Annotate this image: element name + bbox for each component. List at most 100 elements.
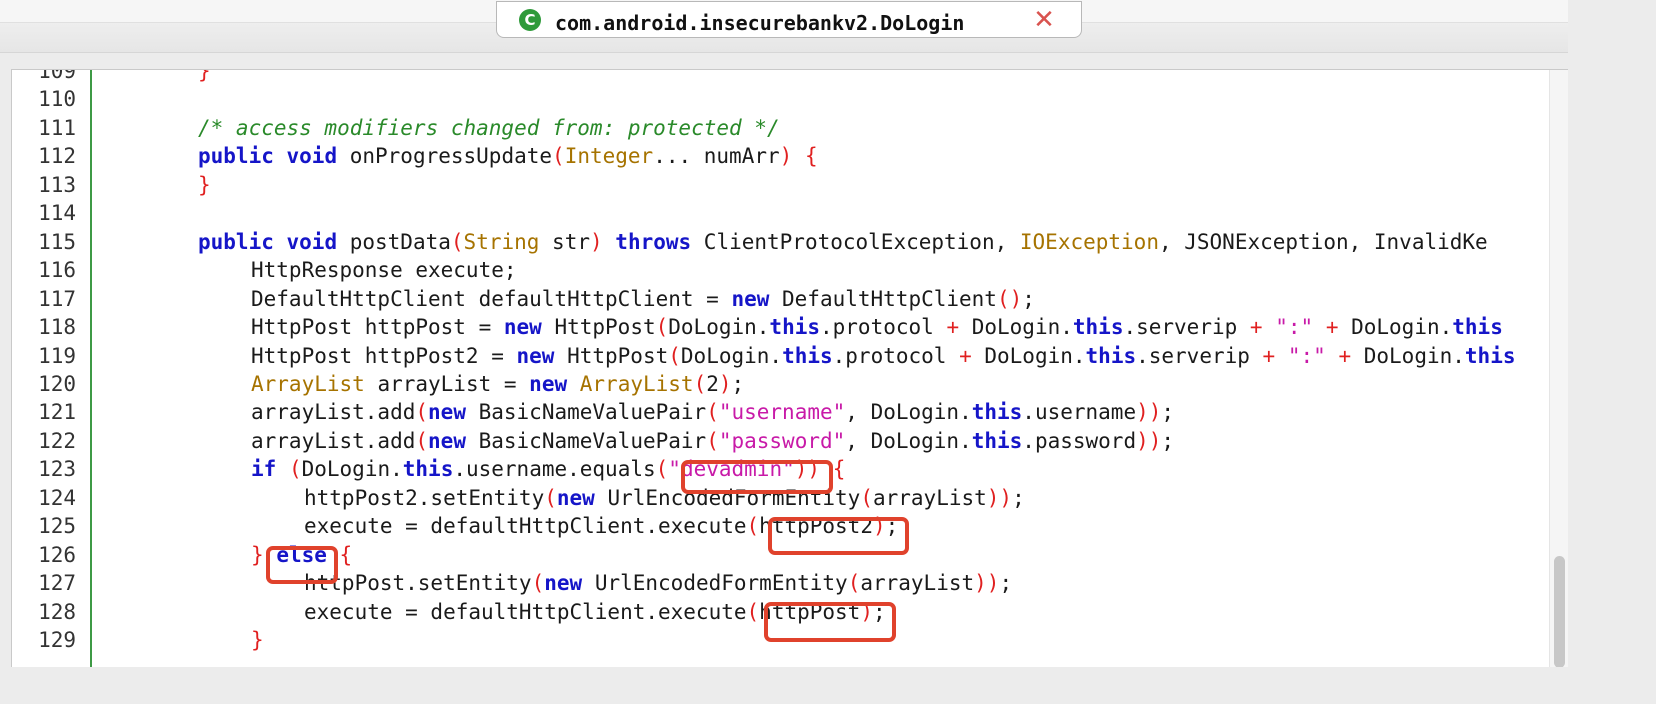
code-line: 127 httpPost.setEntity(new UrlEncodedForm… (12, 569, 1552, 597)
code-token: + (946, 315, 960, 340)
code-token: )) (1136, 400, 1162, 425)
line-number: 118 (38, 315, 76, 340)
code-token: ArrayList (251, 371, 365, 396)
code-token: .serverip (1136, 343, 1263, 368)
scrollbar-thumb[interactable] (1554, 556, 1565, 667)
code-token: + (1338, 343, 1352, 368)
code-token: 2 (706, 371, 719, 396)
code-line: 126} else { (12, 541, 1552, 569)
code-token: ... numArr (653, 144, 780, 169)
code-line: 111 /* access modifiers changed from: pro… (12, 114, 1552, 142)
line-number: 122 (38, 428, 76, 453)
code-line: 118 HttpPost httpPost = new HttpPost(DoLo… (12, 313, 1552, 341)
code-line: 120 ArrayList arrayList = new ArrayList(2… (12, 370, 1552, 398)
code-token: } (198, 172, 211, 197)
code-line: 125 execute = defaultHttpClient.execute(h… (12, 512, 1552, 540)
code-token: .username (1022, 400, 1137, 425)
code-token: this (1452, 315, 1503, 340)
vertical-scrollbar[interactable] (1549, 70, 1568, 667)
code-token: else (276, 542, 327, 567)
code-text: execute = defaultHttpClient.execute(http… (304, 598, 886, 626)
code-text: } else { (251, 541, 352, 569)
code-token: this (971, 428, 1023, 453)
code-token: arrayList = (364, 371, 530, 396)
code-token: ; (999, 571, 1013, 596)
line-number: 119 (38, 343, 76, 368)
line-number: 129 (38, 628, 76, 652)
editor-tab-bar: C com.android.insecurebankv2.DoLogin ✕ (0, 0, 1568, 53)
code-token: public (198, 229, 274, 254)
close-icon[interactable]: ✕ (1031, 7, 1057, 33)
code-token: UrlEncodedFormEntity (582, 571, 848, 596)
code-text: HttpPost httpPost2 = new HttpPost(DoLogi… (251, 342, 1515, 370)
code-text: httpPost.setEntity(new UrlEncodedFormEnt… (304, 569, 1012, 597)
code-line: 116 HttpResponse execute; (12, 256, 1552, 284)
tab-dologin[interactable]: C com.android.insecurebankv2.DoLogin ✕ (496, 1, 1082, 38)
code-token: .protocol (832, 343, 960, 368)
code-token: )) (974, 571, 1000, 596)
line-number: 109 (38, 69, 76, 83)
code-token: "username" (718, 400, 846, 425)
code-token: + (1325, 315, 1339, 340)
code-token: } (251, 628, 264, 652)
code-token: if (251, 457, 277, 482)
code-token: arrayList.add (251, 400, 416, 425)
code-token: void (286, 144, 338, 169)
code-token: IOException (1019, 229, 1159, 254)
code-token: DoLogin. (1338, 315, 1453, 340)
code-token: { (339, 542, 353, 567)
code-token: "password" (718, 428, 846, 453)
code-text: HttpPost httpPost = new HttpPost(DoLogin… (251, 313, 1503, 341)
code-token: , DoLogin. (845, 400, 972, 425)
code-token: Integer (564, 144, 654, 169)
line-number: 116 (38, 258, 76, 283)
code-line: 129} (12, 626, 1552, 654)
code-token: , JSONException, InvalidKe (1158, 229, 1488, 254)
code-token: ( (668, 343, 681, 368)
code-token: new (529, 371, 568, 396)
code-token: new (731, 286, 770, 311)
code-token: ( (450, 229, 464, 254)
code-token: ( (552, 144, 565, 169)
code-token: HttpPost (554, 343, 669, 368)
code-token: httpPost2 (759, 514, 873, 539)
line-number: 127 (38, 571, 76, 596)
code-token: .username.equals (453, 457, 656, 482)
line-number: 113 (38, 172, 76, 197)
code-text: execute = defaultHttpClient.execute(http… (304, 512, 898, 540)
code-token: httpPost2.setEntity (304, 485, 545, 510)
code-token: ) (718, 371, 732, 396)
code-token: this (971, 400, 1023, 425)
code-token: ( (531, 571, 545, 596)
code-token: httpPost (759, 599, 861, 624)
code-token: ; (872, 599, 886, 624)
tab-title: com.android.insecurebankv2.DoLogin (555, 11, 965, 35)
code-token: DoLogin. (668, 315, 770, 340)
code-token: HttpPost httpPost = (251, 315, 504, 340)
line-number: 115 (38, 229, 76, 254)
code-token: public (198, 144, 274, 169)
line-number: 111 (38, 115, 76, 140)
line-number: 112 (38, 144, 76, 169)
class-icon: C (519, 9, 541, 31)
code-token: this (1085, 343, 1137, 368)
code-token: ) (779, 144, 793, 169)
code-line: 110 (12, 85, 1552, 113)
code-token: new (503, 315, 542, 340)
code-editor[interactable]: 109} 110 111 /* access modifiers changed fr… (11, 69, 1568, 667)
code-line: 123 if (DoLogin.this.username.equals("dev… (12, 455, 1552, 483)
code-token: arrayList.add (251, 428, 416, 453)
code-token: this (782, 343, 833, 368)
code-text: } (251, 626, 264, 654)
code-token: .serverip (1123, 315, 1250, 340)
code-token: /* access modifiers changed from: protec… (198, 115, 780, 140)
code-token: { (832, 457, 846, 482)
code-token: str (539, 229, 590, 254)
